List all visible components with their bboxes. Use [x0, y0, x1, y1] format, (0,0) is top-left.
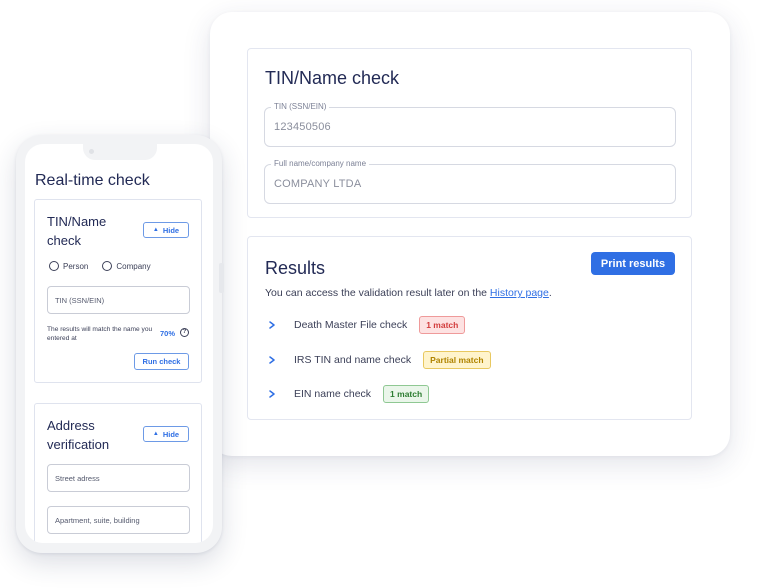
match-percent[interactable]: 70%	[160, 329, 175, 338]
match-note: The results will match the name you ente…	[47, 326, 153, 342]
chevron-right-icon[interactable]	[266, 388, 278, 400]
chevron-up-icon: ▲	[152, 227, 159, 233]
desktop-window: TIN/Name check TIN (SSN/EIN) 123450506 F…	[210, 12, 730, 456]
radio-company[interactable]	[102, 261, 113, 271]
chevron-right-icon[interactable]	[266, 319, 278, 331]
hide-label: Hide	[162, 429, 180, 439]
tin-field-legend: TIN (SSN/EIN)	[271, 102, 330, 111]
tin-name-check-panel: TIN/Name check TIN (SSN/EIN) 123450506 F…	[247, 48, 692, 218]
apartment-input[interactable]: Apartment, suite, building	[47, 506, 190, 534]
result-label: EIN name check	[294, 388, 372, 400]
hide-label: Hide	[162, 225, 180, 235]
card-title: TIN/Name check	[47, 214, 107, 248]
result-row-death-master[interactable]: Death Master File check 1 match	[266, 316, 466, 334]
result-label: IRS TIN and name check	[294, 354, 412, 366]
result-row-irs-tin[interactable]: IRS TIN and name check Partial match	[266, 351, 491, 369]
page-title: Real-time check	[35, 172, 150, 189]
tin-input[interactable]: TIN (SSN/EIN)	[47, 286, 190, 314]
hide-button[interactable]: ▲ Hide	[143, 426, 189, 442]
name-field[interactable]: Full name/company name COMPANY LTDA	[264, 159, 676, 204]
tin-field[interactable]: TIN (SSN/EIN) 123450506	[264, 102, 676, 147]
status-badge: Partial match	[423, 351, 491, 369]
print-results-button[interactable]: Print results	[591, 252, 675, 275]
address-verification-card: Address verification ▲ Hide Street adres…	[34, 403, 202, 543]
card-title: Address verification	[47, 418, 110, 452]
question-circle-icon[interactable]: ?	[180, 328, 189, 337]
history-page-link[interactable]: History page	[490, 287, 549, 299]
street-input[interactable]: Street adress	[47, 464, 190, 492]
apartment-input-placeholder: Apartment, suite, building	[55, 516, 140, 525]
hide-button[interactable]: ▲ Hide	[143, 222, 189, 238]
history-note: You can access the validation result lat…	[265, 287, 552, 299]
name-field-value: COMPANY LTDA	[274, 178, 362, 190]
radio-company-label: Company	[116, 261, 151, 271]
chevron-up-icon: ▲	[152, 431, 159, 437]
street-input-placeholder: Street adress	[55, 474, 100, 483]
run-check-button[interactable]: Run check	[134, 353, 189, 370]
history-note-suffix: .	[548, 287, 552, 299]
radio-person-label: Person	[63, 261, 89, 271]
status-badge: 1 match	[383, 385, 430, 403]
chevron-right-icon[interactable]	[266, 354, 278, 366]
panel-title: TIN/Name check	[265, 68, 400, 88]
entity-type-radios: Person Company	[49, 261, 165, 271]
tin-input-placeholder: TIN (SSN/EIN)	[55, 296, 105, 305]
phone-screen: Real-time check TIN/Name check ▲ Hide Pe…	[25, 144, 213, 543]
camera-icon	[89, 149, 94, 154]
radio-person[interactable]	[49, 261, 59, 271]
phone-mockup: Real-time check TIN/Name check ▲ Hide Pe…	[16, 135, 222, 553]
phone-notch	[83, 144, 157, 160]
results-title: Results	[265, 258, 326, 278]
status-badge: 1 match	[419, 316, 466, 334]
history-note-prefix: You can access the validation result lat…	[265, 287, 490, 299]
tin-name-card: TIN/Name check ▲ Hide Person Company TIN…	[34, 199, 202, 383]
phone-side-button	[219, 263, 224, 293]
tin-field-value: 123450506	[274, 121, 331, 133]
result-label: Death Master File check	[294, 319, 408, 331]
results-panel: Results Print results You can access the…	[247, 236, 692, 420]
name-field-legend: Full name/company name	[271, 159, 370, 168]
result-row-ein-name[interactable]: EIN name check 1 match	[266, 385, 430, 403]
